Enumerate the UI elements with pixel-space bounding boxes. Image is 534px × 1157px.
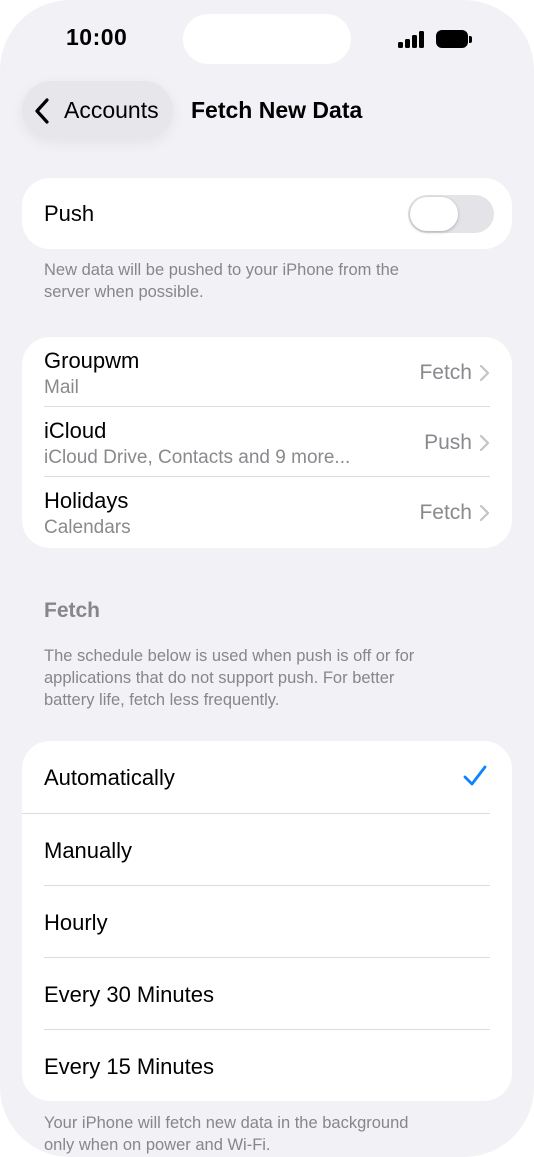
back-button-label[interactable]: Accounts bbox=[64, 97, 159, 124]
status-bar: 10:00 bbox=[0, 0, 534, 78]
option-manually[interactable]: Manually bbox=[22, 814, 512, 886]
account-fetch-mode: Push bbox=[424, 431, 472, 454]
push-group: Push bbox=[22, 178, 512, 249]
option-automatically[interactable]: Automatically bbox=[22, 741, 512, 813]
account-subtitle: iCloud Drive, Contacts and 9 more... bbox=[44, 447, 351, 468]
status-time: 10:00 bbox=[66, 24, 128, 50]
push-toggle[interactable] bbox=[408, 195, 494, 233]
cellular-signal-icon bbox=[398, 31, 426, 48]
option-label: Hourly bbox=[44, 910, 108, 935]
background-fetch-note-line: only when on power and Wi-Fi. bbox=[44, 1136, 271, 1154]
fetch-description-line: applications that do not support push. F… bbox=[44, 669, 395, 687]
chevron-right-icon bbox=[479, 364, 490, 382]
push-footnote-line: New data will be pushed to your iPhone f… bbox=[44, 261, 399, 279]
option-label: Automatically bbox=[44, 765, 175, 790]
battery-icon bbox=[436, 30, 472, 48]
background-fetch-note: Your iPhone will fetch new data in the b… bbox=[44, 1112, 484, 1156]
push-toggle-knob bbox=[410, 197, 458, 231]
account-row-holidays[interactable]: Holidays Calendars Fetch bbox=[22, 477, 512, 548]
fetch-description-line: The schedule below is used when push is … bbox=[44, 647, 415, 665]
account-title: Holidays bbox=[44, 488, 129, 513]
fetch-section-header: Fetch bbox=[44, 599, 101, 622]
account-row-groupwm[interactable]: Groupwm Mail Fetch bbox=[22, 337, 512, 407]
fetch-description: The schedule below is used when push is … bbox=[44, 645, 484, 711]
push-footnote-line: server when possible. bbox=[44, 283, 204, 301]
option-hourly[interactable]: Hourly bbox=[22, 886, 512, 958]
account-title: iCloud bbox=[44, 418, 107, 443]
account-fetch-mode: Fetch bbox=[419, 361, 472, 384]
account-row-icloud[interactable]: iCloud iCloud Drive, Contacts and 9 more… bbox=[22, 407, 512, 477]
option-every-30-minutes[interactable]: Every 30 Minutes bbox=[22, 958, 512, 1030]
accounts-list: Groupwm Mail Fetch iCloud iCloud Drive, … bbox=[22, 337, 512, 548]
checkmark-icon bbox=[463, 765, 487, 786]
account-title: Groupwm bbox=[44, 348, 140, 373]
account-subtitle: Mail bbox=[44, 377, 79, 398]
account-subtitle: Calendars bbox=[44, 517, 131, 538]
account-fetch-mode: Fetch bbox=[419, 501, 472, 524]
phone-screen: 10:00 Accounts Fetch New Data Push New d… bbox=[0, 0, 534, 1157]
push-label: Push bbox=[44, 201, 95, 226]
option-label: Every 30 Minutes bbox=[44, 982, 214, 1007]
option-every-15-minutes[interactable]: Every 15 Minutes bbox=[22, 1030, 512, 1101]
chevron-right-icon bbox=[479, 504, 490, 522]
fetch-description-line: battery life, fetch less frequently. bbox=[44, 691, 280, 709]
fetch-schedule-list: Automatically Manually Hourly Every 30 M… bbox=[22, 741, 512, 1101]
chevron-right-icon bbox=[479, 434, 490, 452]
page-title: Fetch New Data bbox=[191, 97, 363, 123]
dynamic-island bbox=[183, 14, 351, 64]
option-label: Every 15 Minutes bbox=[44, 1054, 214, 1079]
background-fetch-note-line: Your iPhone will fetch new data in the b… bbox=[44, 1114, 409, 1132]
chevron-left-icon bbox=[35, 98, 49, 124]
option-label: Manually bbox=[44, 838, 133, 863]
push-footnote: New data will be pushed to your iPhone f… bbox=[44, 259, 484, 303]
